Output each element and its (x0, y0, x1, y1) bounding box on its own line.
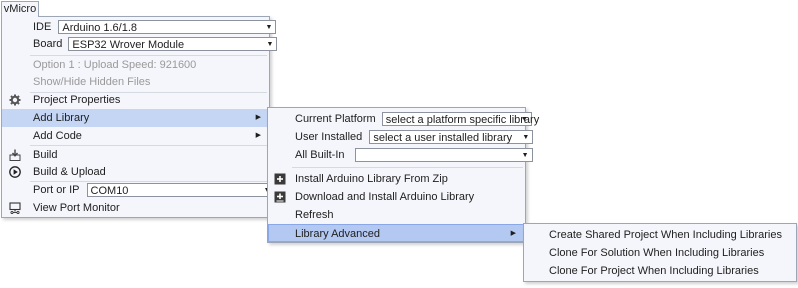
vmicro-menu: IDE Arduino 1.6/1.8 ▼ Board ESP32 Wrover… (1, 16, 278, 218)
menu-item-show-hide-hidden-files: Show/Hide Hidden Files (33, 76, 151, 88)
menu-item-label: Build (33, 149, 58, 161)
port-select-value: COM10 (90, 185, 129, 198)
menu-item-view-port-monitor[interactable]: View Port Monitor (2, 199, 269, 217)
menu-item-project-properties[interactable]: Project Properties (2, 91, 269, 109)
play-circle-icon (9, 166, 21, 178)
gear-icon (9, 94, 21, 106)
menu-item-add-library[interactable]: Add Library ▶ (2, 109, 269, 127)
submenu-arrow-icon: ▶ (255, 114, 261, 121)
vmicro-menu-tab[interactable]: vMicro (1, 1, 39, 17)
platform-library-select-value: select a platform specific library (385, 114, 540, 127)
ide-label: IDE (33, 21, 52, 34)
port-row: Port or IP COM10 ▼ (2, 182, 275, 200)
menu-item-label: Refresh (295, 209, 334, 221)
port-select[interactable]: COM10 ▼ (86, 183, 275, 198)
submenu-arrow-icon: ▶ (255, 132, 261, 139)
menu-item-build-upload[interactable]: Build & Upload (2, 163, 269, 181)
separator (292, 167, 523, 168)
menu-item-label: Download and Install Arduino Library (295, 191, 475, 203)
menu-item-label: Build & Upload (33, 166, 106, 178)
user-library-select[interactable]: select a user installed library ▼ (369, 130, 534, 145)
menu-item-label: Project Properties (33, 94, 121, 106)
user-installed-row: User Installed select a user installed l… (268, 129, 534, 147)
user-installed-label: User Installed (295, 131, 363, 144)
menu-item-refresh[interactable]: Refresh (268, 206, 525, 224)
menu-item-build[interactable]: Build (2, 146, 269, 164)
port-label: Port or IP (33, 184, 80, 197)
menu-item-label: View Port Monitor (33, 202, 120, 214)
current-platform-row: Current Platform select a platform speci… (268, 111, 539, 129)
menu-item-install-from-zip[interactable]: Install Arduino Library From Zip (268, 170, 525, 188)
chevron-down-icon: ▼ (522, 134, 530, 142)
menu-item-create-shared-project[interactable]: Create Shared Project When Including Lib… (524, 226, 796, 244)
board-select-value: ESP32 Wrover Module (72, 39, 185, 52)
menu-item-label: Add Library (33, 112, 90, 124)
board-row: Board ESP32 Wrover Module ▼ (2, 36, 278, 54)
ide-select-value: Arduino 1.6/1.8 (62, 22, 138, 35)
menu-item-label: Library Advanced (295, 228, 380, 240)
all-builtin-row: All Built-In ▼ (268, 147, 533, 165)
menu-item-option: Option 1 : Upload Speed: 921600 (33, 59, 197, 71)
menu-item-label: Install Arduino Library From Zip (295, 173, 448, 185)
chevron-down-icon: ▼ (266, 41, 274, 49)
ide-select[interactable]: Arduino 1.6/1.8 ▼ (58, 20, 277, 35)
chevron-down-icon: ▼ (520, 116, 528, 124)
submenu-arrow-icon: ▶ (510, 230, 516, 237)
build-icon (9, 149, 21, 161)
chevron-down-icon: ▼ (521, 152, 529, 160)
menu-item-clone-for-solution[interactable]: Clone For Solution When Including Librar… (524, 244, 796, 262)
add-library-submenu: Current Platform select a platform speci… (267, 107, 539, 243)
add-package-icon (274, 173, 286, 185)
menu-item-clone-for-project[interactable]: Clone For Project When Including Librari… (524, 262, 796, 280)
menu-item-add-code[interactable]: Add Code ▶ (2, 127, 269, 145)
board-select[interactable]: ESP32 Wrover Module ▼ (68, 37, 278, 52)
download-package-icon (274, 191, 286, 203)
builtin-library-select[interactable]: ▼ (354, 148, 533, 163)
chevron-down-icon: ▼ (265, 24, 273, 32)
menu-item-download-install[interactable]: Download and Install Arduino Library (268, 188, 525, 206)
board-label: Board (33, 38, 63, 51)
user-library-select-value: select a user installed library (373, 132, 513, 145)
current-platform-label: Current Platform (295, 113, 376, 126)
library-advanced-submenu: Create Shared Project When Including Lib… (523, 223, 797, 282)
menu-item-label: Add Code (33, 130, 82, 142)
all-builtin-label: All Built-In (295, 149, 345, 162)
platform-library-select[interactable]: select a platform specific library ▼ (381, 112, 539, 127)
monitor-icon (9, 202, 21, 214)
menu-item-library-advanced[interactable]: Library Advanced ▶ (268, 224, 525, 242)
